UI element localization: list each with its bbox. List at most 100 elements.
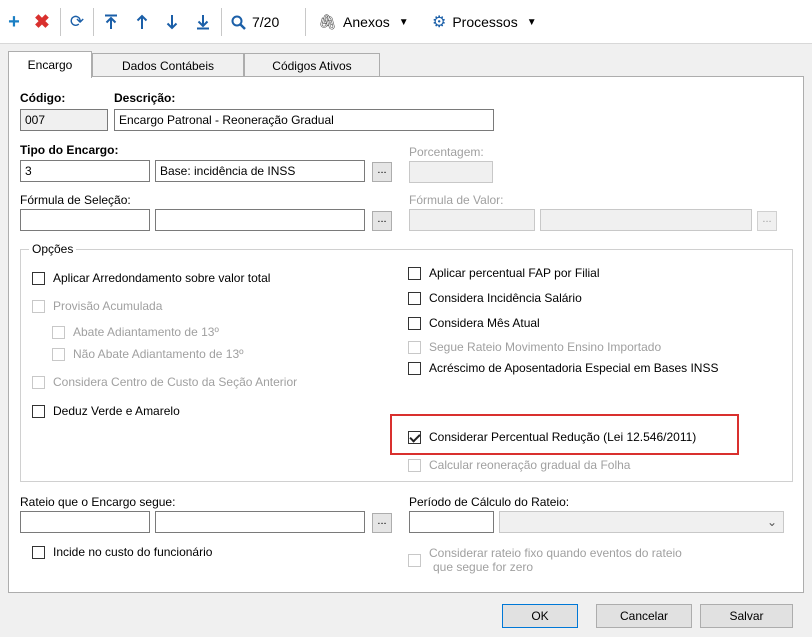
- checkbox-box: [408, 340, 421, 354]
- checkbox-label: Aplicar percentual FAP por Filial: [429, 266, 600, 280]
- tab-dados-contabeis[interactable]: Dados Contábeis: [92, 53, 244, 77]
- formula-selecao-lookup-button[interactable]: ...: [372, 211, 392, 231]
- formula-selecao-desc-field[interactable]: [155, 209, 365, 231]
- checkbox-box: [32, 299, 45, 313]
- checkbox-label: Considera Centro de Custo da Seção Anter…: [53, 375, 298, 389]
- processos-menu[interactable]: ⚙ Processos ▼: [432, 10, 562, 34]
- checkbox-label: Considera Incidência Salário: [429, 291, 582, 305]
- checkbox-rateio-ensino: Segue Rateio Movimento Ensino Importado: [408, 340, 661, 354]
- formula-selecao-code-field[interactable]: [20, 209, 150, 231]
- checkbox-label-line: que segue for zero: [433, 560, 534, 574]
- anexos-menu[interactable]: 🖇 Anexos ▼: [318, 10, 428, 34]
- checkbox-box: [32, 271, 45, 285]
- checkbox-label: Considerar Percentual Redução (Lei 12.54…: [429, 430, 697, 444]
- paperclip-icon: 🖇: [318, 14, 338, 31]
- checkbox-mes-atual[interactable]: Considera Mês Atual: [408, 316, 540, 330]
- formula-valor-label: Fórmula de Valor:: [409, 193, 504, 207]
- checkbox-label: Provisão Acumulada: [53, 299, 163, 313]
- checkbox-box: [408, 458, 421, 472]
- checkbox-label: Considerar rateio fixo quando eventos do…: [429, 546, 682, 574]
- formula-valor-code-field: [409, 209, 535, 231]
- save-button[interactable]: Salvar: [700, 604, 793, 628]
- toolbar-separator: [93, 8, 94, 36]
- porcentagem-field: [409, 161, 493, 183]
- tab-label: Dados Contábeis: [121, 58, 215, 73]
- gear-icon: ⚙: [432, 14, 447, 31]
- checkbox-deduz-verde-amarelo[interactable]: Deduz Verde e Amarelo: [32, 404, 180, 418]
- add-icon[interactable]: +: [3, 10, 25, 34]
- toolbar-separator: [305, 8, 306, 36]
- previous-record-icon[interactable]: [131, 10, 153, 34]
- tab-label: Encargo: [27, 58, 73, 72]
- checkbox-box: [32, 404, 45, 418]
- toolbar-separator: [60, 8, 61, 36]
- toolbar: + ✖ ⟳ 7/20 🖇 Anexos ▼ ⚙ Processos ▼: [0, 0, 812, 44]
- cancel-button[interactable]: Cancelar: [596, 604, 692, 628]
- rateio-code-field[interactable]: [20, 511, 150, 533]
- checkbox-label: Segue Rateio Movimento Ensino Importado: [429, 340, 662, 354]
- periodo-calculo-select: ⌄: [499, 511, 784, 533]
- checkbox-label: Abate Adiantamento de 13º: [73, 325, 219, 339]
- first-record-icon[interactable]: [100, 10, 122, 34]
- dropdown-arrow-icon: ▼: [398, 16, 409, 28]
- checkbox-aposentadoria-especial[interactable]: Acréscimo de Aposentadoria Especial em B…: [408, 361, 718, 375]
- formula-valor-lookup-button: ...: [757, 211, 777, 231]
- checkbox-rateio-fixo: Considerar rateio fixo quando eventos do…: [408, 546, 682, 574]
- checkbox-label: Calcular reoneração gradual da Folha: [429, 458, 631, 472]
- rateio-desc-field[interactable]: [155, 511, 365, 533]
- toolbar-separator: [221, 8, 222, 36]
- ok-button[interactable]: OK: [502, 604, 578, 628]
- last-record-icon[interactable]: [192, 10, 214, 34]
- periodo-calculo-field[interactable]: [409, 511, 494, 533]
- checkbox-box: [408, 554, 421, 567]
- checkbox-fap-filial[interactable]: Aplicar percentual FAP por Filial: [408, 266, 600, 280]
- checkbox-box: [32, 545, 45, 559]
- periodo-calculo-label: Período de Cálculo do Rateio:: [409, 495, 570, 509]
- checkbox-label: Acréscimo de Aposentadoria Especial em B…: [429, 361, 719, 375]
- checkbox-nao-abate-adiantamento: Não Abate Adiantamento de 13º: [52, 347, 244, 361]
- processos-label: Processos: [452, 14, 518, 30]
- tipo-encargo-code-field[interactable]: 3: [20, 160, 150, 182]
- next-record-icon[interactable]: [161, 10, 183, 34]
- tipo-encargo-desc-field[interactable]: Base: incidência de INSS: [155, 160, 365, 182]
- checkmark-icon: [408, 430, 421, 444]
- tab-encargo[interactable]: Encargo: [8, 51, 92, 78]
- dropdown-arrow-icon: ▼: [526, 16, 537, 28]
- codigo-field[interactable]: 007: [20, 109, 108, 131]
- checkbox-label: Considera Mês Atual: [429, 316, 540, 330]
- checkbox-abate-adiantamento: Abate Adiantamento de 13º: [52, 325, 219, 339]
- rateio-lookup-button[interactable]: ...: [372, 513, 392, 533]
- delete-icon[interactable]: ✖: [31, 10, 53, 34]
- anexos-label: Anexos: [343, 14, 390, 30]
- checkbox-provisao-acumulada: Provisão Acumulada: [32, 299, 162, 313]
- tab-label: Códigos Ativos: [272, 58, 352, 73]
- checkbox-incide-custo[interactable]: Incide no custo do funcionário: [32, 545, 212, 559]
- formula-valor-desc-field: [540, 209, 752, 231]
- refresh-icon[interactable]: ⟳: [65, 10, 89, 34]
- checkbox-box: [408, 266, 421, 280]
- checkbox-label: Deduz Verde e Amarelo: [53, 404, 180, 418]
- formula-selecao-label: Fórmula de Seleção:: [20, 193, 131, 207]
- checkbox-label-line: Considerar rateio fixo quando eventos do…: [429, 546, 682, 560]
- opcoes-title: Opções: [29, 242, 77, 256]
- checkbox-percentual-reducao[interactable]: Considerar Percentual Redução (Lei 12.54…: [408, 430, 696, 444]
- descricao-field[interactable]: Encargo Patronal - Reoneração Gradual: [114, 109, 494, 131]
- record-counter: 7/20: [252, 14, 280, 30]
- checkbox-arredondamento[interactable]: Aplicar Arredondamento sobre valor total: [32, 271, 270, 285]
- checkbox-box: [52, 325, 65, 339]
- chevron-down-icon: ⌄: [766, 515, 777, 529]
- checkbox-box: [408, 291, 421, 305]
- checkbox-incidencia-salario[interactable]: Considera Incidência Salário: [408, 291, 582, 305]
- tipo-encargo-lookup-button[interactable]: ...: [372, 162, 392, 182]
- checkbox-box: [52, 347, 65, 361]
- checkbox-label: Não Abate Adiantamento de 13º: [73, 347, 244, 361]
- checkbox-label: Aplicar Arredondamento sobre valor total: [53, 271, 271, 285]
- checkbox-label: Incide no custo do funcionário: [53, 545, 213, 559]
- descricao-label: Descrição:: [114, 91, 176, 105]
- checkbox-centro-custo-secao: Considera Centro de Custo da Seção Anter…: [32, 375, 297, 389]
- checkbox-box: [408, 316, 421, 330]
- checkbox-box: [32, 375, 45, 389]
- porcentagem-label: Porcentagem:: [409, 145, 484, 159]
- search-icon[interactable]: [228, 10, 248, 34]
- tab-codigos-ativos[interactable]: Códigos Ativos: [244, 53, 380, 77]
